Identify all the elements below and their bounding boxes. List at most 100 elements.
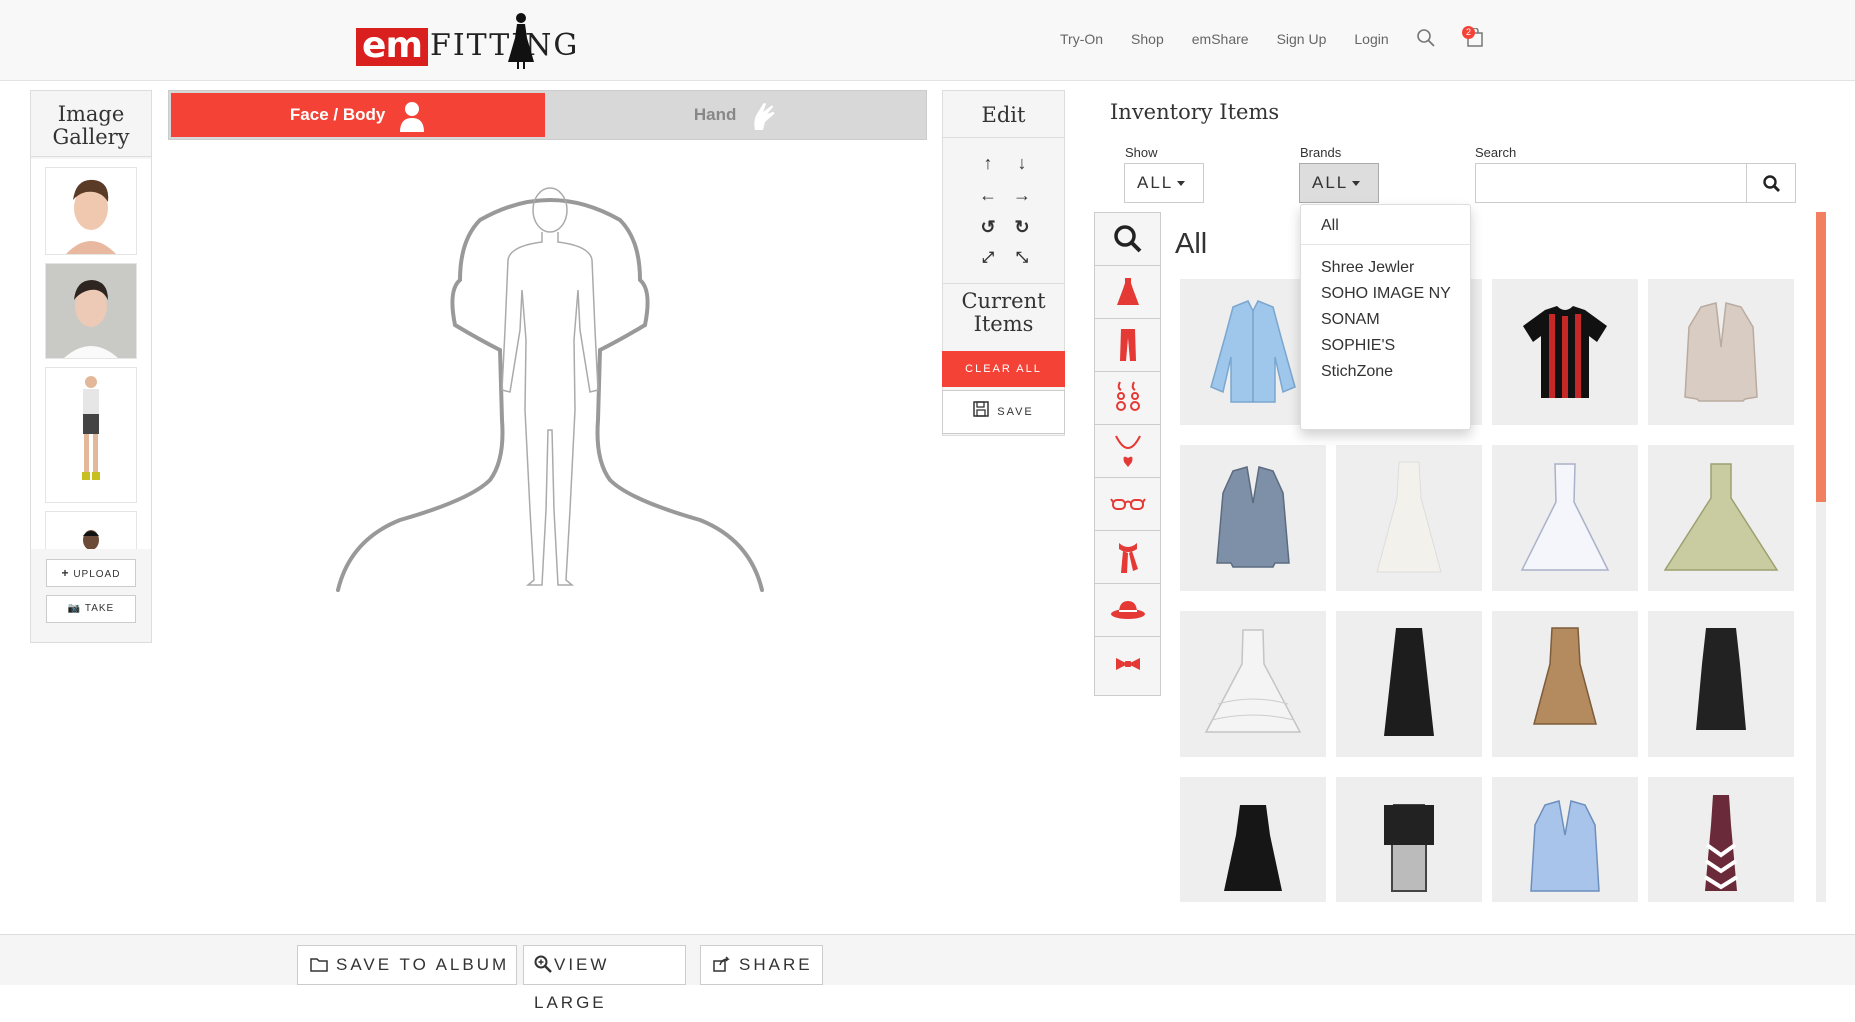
view-large-button[interactable]: VIEW LARGE xyxy=(523,945,686,1012)
gallery-photo-short-hair[interactable] xyxy=(45,167,137,255)
inventory-scroll-thumb[interactable] xyxy=(1816,212,1826,502)
clear-all-button[interactable]: CLEAR ALL xyxy=(942,351,1065,387)
take-photo-button[interactable]: 📷 TAKE xyxy=(46,595,136,623)
brand-option-sophies[interactable]: SOPHIE'S xyxy=(1301,337,1470,355)
inventory-item[interactable] xyxy=(1180,611,1326,757)
compress-icon[interactable]: ⤡ xyxy=(1005,249,1039,281)
save-button[interactable]: SAVE xyxy=(942,390,1065,434)
inventory-item[interactable] xyxy=(1492,445,1638,591)
share-button[interactable]: SHARE xyxy=(700,945,823,985)
search-label: Search xyxy=(1475,145,1517,160)
zoom-in-icon xyxy=(534,955,552,973)
nav-sign-up[interactable]: Sign Up xyxy=(1277,31,1327,47)
share-label: SHARE xyxy=(739,955,813,974)
rotate-left-icon[interactable]: ↺ xyxy=(971,217,1005,249)
cart-button[interactable]: 2 xyxy=(1462,26,1484,48)
category-earrings[interactable] xyxy=(1095,372,1160,425)
denim-jacket-image xyxy=(1216,466,1290,568)
search-input[interactable] xyxy=(1475,163,1747,203)
emfitting-logo[interactable]: em FITTING xyxy=(356,12,577,70)
body-outline-canvas[interactable] xyxy=(330,180,770,592)
logo-figure-icon xyxy=(508,13,534,69)
save-label: SAVE xyxy=(997,406,1034,418)
nav-emshare[interactable]: emShare xyxy=(1192,31,1249,47)
gallery-list[interactable] xyxy=(31,159,151,549)
inventory-item[interactable] xyxy=(1648,611,1794,757)
inventory-item[interactable] xyxy=(1492,279,1638,425)
pants-icon xyxy=(1119,329,1136,361)
inventory-item[interactable] xyxy=(1648,777,1794,902)
tab-face-body[interactable]: Face / Body xyxy=(171,93,545,137)
brands-dropdown-menu: All Shree Jewler SOHO IMAGE NY SONAM SOP… xyxy=(1300,204,1471,430)
category-glasses[interactable] xyxy=(1095,478,1160,531)
menu-divider xyxy=(1301,244,1470,245)
inventory-item[interactable] xyxy=(1492,777,1638,902)
expand-icon[interactable]: ⤢ xyxy=(971,249,1005,281)
nav-login[interactable]: Login xyxy=(1354,31,1388,47)
brand-option-all[interactable]: All xyxy=(1301,205,1470,235)
rotate-right-icon[interactable]: ↻ xyxy=(1005,217,1039,249)
category-bowtie[interactable] xyxy=(1095,637,1160,690)
move-right-icon[interactable]: → xyxy=(1005,185,1039,217)
inventory-scrollbar[interactable] xyxy=(1816,212,1826,902)
tab-face-body-label: Face / Body xyxy=(289,105,386,124)
inventory-item[interactable] xyxy=(1180,445,1326,591)
show-dropdown[interactable]: ALL xyxy=(1124,163,1204,203)
category-hat[interactable] xyxy=(1095,584,1160,637)
show-dropdown-value: ALL xyxy=(1137,173,1174,192)
person-icon xyxy=(400,101,425,132)
brand-option-sonam[interactable]: SONAM xyxy=(1301,311,1470,329)
search-icon xyxy=(1113,225,1141,253)
move-down-icon[interactable]: ↓ xyxy=(1005,153,1039,185)
category-pants[interactable] xyxy=(1095,319,1160,372)
inventory-item[interactable] xyxy=(1336,445,1482,591)
necklace-icon xyxy=(1114,435,1141,467)
inventory-item[interactable] xyxy=(1180,777,1326,902)
patterned-dress-image xyxy=(1384,803,1434,892)
upload-button[interactable]: + UPLOAD xyxy=(46,559,136,587)
full-body-thumbnail xyxy=(46,368,136,502)
brands-label: Brands xyxy=(1300,145,1342,160)
current-items-title: Current Items xyxy=(943,283,1064,336)
inventory-item[interactable] xyxy=(1336,777,1482,902)
save-to-album-button[interactable]: SAVE TO ALBUM xyxy=(297,945,517,985)
inventory-item[interactable] xyxy=(1492,611,1638,757)
caret-down-icon xyxy=(1177,181,1186,187)
move-left-icon[interactable]: ← xyxy=(971,185,1005,217)
take-label: TAKE xyxy=(84,603,115,614)
category-dress[interactable] xyxy=(1095,266,1160,319)
beige-blazer-image xyxy=(1684,302,1758,402)
gallery-buttons: + UPLOAD 📷 TAKE xyxy=(31,559,151,631)
nav-links: Try-On Shop emShare Sign Up Login xyxy=(1060,31,1417,47)
category-search[interactable] xyxy=(1095,213,1160,266)
brand-option-stichzone[interactable]: StichZone xyxy=(1301,363,1470,381)
gallery-photo-full-body[interactable] xyxy=(45,367,137,503)
nav-try-on[interactable]: Try-On xyxy=(1060,31,1103,47)
inventory-item[interactable] xyxy=(1648,445,1794,591)
caret-down-icon xyxy=(1352,181,1361,187)
move-up-icon[interactable]: ↑ xyxy=(971,153,1005,185)
gallery-photo-woman-tank[interactable] xyxy=(45,263,137,359)
inventory-item[interactable] xyxy=(1648,279,1794,425)
search-icon[interactable] xyxy=(1416,28,1436,48)
cart-count-badge: 2 xyxy=(1462,26,1475,39)
logo-fitting: FITTING xyxy=(430,28,580,63)
mode-tabs: Face / Body Hand xyxy=(168,90,927,140)
brand-option-shree-jewler[interactable]: Shree Jewler xyxy=(1301,259,1470,277)
gallery-photo-man[interactable] xyxy=(45,511,137,549)
tan-dress-image xyxy=(1533,627,1597,725)
inventory-item[interactable] xyxy=(1336,611,1482,757)
section-title: All xyxy=(1175,228,1208,260)
tab-hand[interactable]: Hand xyxy=(547,93,924,137)
category-necklace[interactable] xyxy=(1095,425,1160,478)
nav-shop[interactable]: Shop xyxy=(1131,31,1164,47)
brand-option-soho-image-ny[interactable]: SOHO IMAGE NY xyxy=(1301,285,1470,303)
category-scarf[interactable] xyxy=(1095,531,1160,584)
chevron-dress-image xyxy=(1703,794,1739,891)
hat-icon xyxy=(1110,601,1145,619)
search-button[interactable] xyxy=(1746,163,1796,203)
scarf-icon xyxy=(1118,543,1138,573)
brands-dropdown[interactable]: ALL xyxy=(1299,163,1379,203)
green-ballgown-image xyxy=(1663,463,1779,571)
floppy-disk-icon xyxy=(973,401,989,417)
